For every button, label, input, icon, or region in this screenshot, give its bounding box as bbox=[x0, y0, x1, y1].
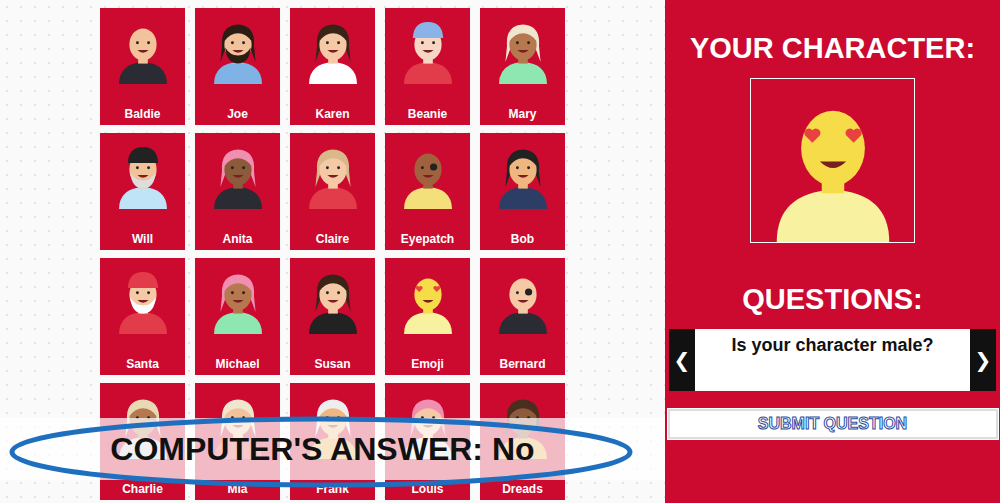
game-page: Baldie Joe Karen Beanie Mary Will Anita Claire E… bbox=[0, 0, 1000, 503]
character-avatar-icon bbox=[396, 264, 460, 334]
character-card[interactable]: Susan bbox=[290, 258, 375, 375]
character-name: Karen bbox=[315, 107, 349, 121]
character-name: Susan bbox=[314, 357, 350, 371]
character-name: Will bbox=[132, 232, 153, 246]
character-avatar-icon bbox=[396, 139, 460, 209]
your-character-avatar-icon bbox=[758, 78, 908, 242]
answer-value: No bbox=[492, 431, 535, 468]
character-name: Dreads bbox=[502, 482, 543, 496]
character-card[interactable]: Mary bbox=[480, 8, 565, 125]
character-name: Mia bbox=[227, 482, 247, 496]
character-avatar-icon bbox=[396, 14, 460, 84]
character-card[interactable]: Beanie bbox=[385, 8, 470, 125]
character-card[interactable]: Bob bbox=[480, 133, 565, 250]
character-card[interactable]: Bernard bbox=[480, 258, 565, 375]
next-question-button[interactable]: ❯ bbox=[970, 329, 996, 391]
character-name: Baldie bbox=[124, 107, 160, 121]
character-name: Eyepatch bbox=[401, 232, 454, 246]
submit-question-button[interactable]: SUBMIT QUESTION bbox=[668, 409, 998, 439]
character-card[interactable]: Will bbox=[100, 133, 185, 250]
character-avatar-icon bbox=[111, 264, 175, 334]
character-card[interactable]: Emoji bbox=[385, 258, 470, 375]
questions-title: QUESTIONS: bbox=[742, 281, 922, 317]
character-avatar-icon bbox=[301, 14, 365, 84]
character-name: Beanie bbox=[408, 107, 447, 121]
previous-question-button[interactable]: ❮ bbox=[669, 329, 695, 391]
character-card[interactable]: Eyepatch bbox=[385, 133, 470, 250]
character-name: Frank bbox=[316, 482, 349, 496]
character-name: Santa bbox=[126, 357, 159, 371]
character-card[interactable]: Anita bbox=[195, 133, 280, 250]
computer-answer: COMPUTER'S ANSWER:No bbox=[110, 431, 534, 468]
character-avatar-icon bbox=[111, 139, 175, 209]
side-panel: YOUR CHARACTER: QUESTIONS: ❮Is your charac… bbox=[665, 0, 1000, 503]
character-card[interactable]: Claire bbox=[290, 133, 375, 250]
character-card[interactable]: Santa bbox=[100, 258, 185, 375]
your-character-box bbox=[750, 78, 915, 243]
character-name: Louis bbox=[412, 482, 444, 496]
character-name: Charlie bbox=[122, 482, 163, 496]
character-name: Emoji bbox=[411, 357, 444, 371]
character-avatar-icon bbox=[206, 139, 270, 209]
character-name: Joe bbox=[227, 107, 248, 121]
answer-label: COMPUTER'S ANSWER: bbox=[110, 431, 483, 468]
character-avatar-icon bbox=[301, 264, 365, 334]
character-avatar-icon bbox=[491, 14, 555, 84]
character-board: Baldie Joe Karen Beanie Mary Will Anita Claire E… bbox=[0, 0, 665, 503]
answer-banner: COMPUTER'S ANSWER:No bbox=[0, 418, 665, 480]
character-avatar-icon bbox=[111, 14, 175, 84]
character-avatar-icon bbox=[491, 139, 555, 209]
question-selector: ❮Is your character male?❯ bbox=[669, 329, 996, 391]
character-name: Bob bbox=[511, 232, 534, 246]
character-name: Michael bbox=[215, 357, 259, 371]
character-name: Anita bbox=[223, 232, 253, 246]
character-card[interactable]: Joe bbox=[195, 8, 280, 125]
your-character-title: YOUR CHARACTER: bbox=[690, 30, 975, 66]
character-name: Bernard bbox=[499, 357, 545, 371]
question-text: Is your character male? bbox=[695, 329, 970, 391]
character-card[interactable]: Michael bbox=[195, 258, 280, 375]
character-avatar-icon bbox=[301, 139, 365, 209]
character-avatar-icon bbox=[206, 14, 270, 84]
character-card[interactable]: Baldie bbox=[100, 8, 185, 125]
character-card[interactable]: Karen bbox=[290, 8, 375, 125]
character-avatar-icon bbox=[491, 264, 555, 334]
character-name: Mary bbox=[508, 107, 536, 121]
character-avatar-icon bbox=[206, 264, 270, 334]
character-name: Claire bbox=[316, 232, 349, 246]
